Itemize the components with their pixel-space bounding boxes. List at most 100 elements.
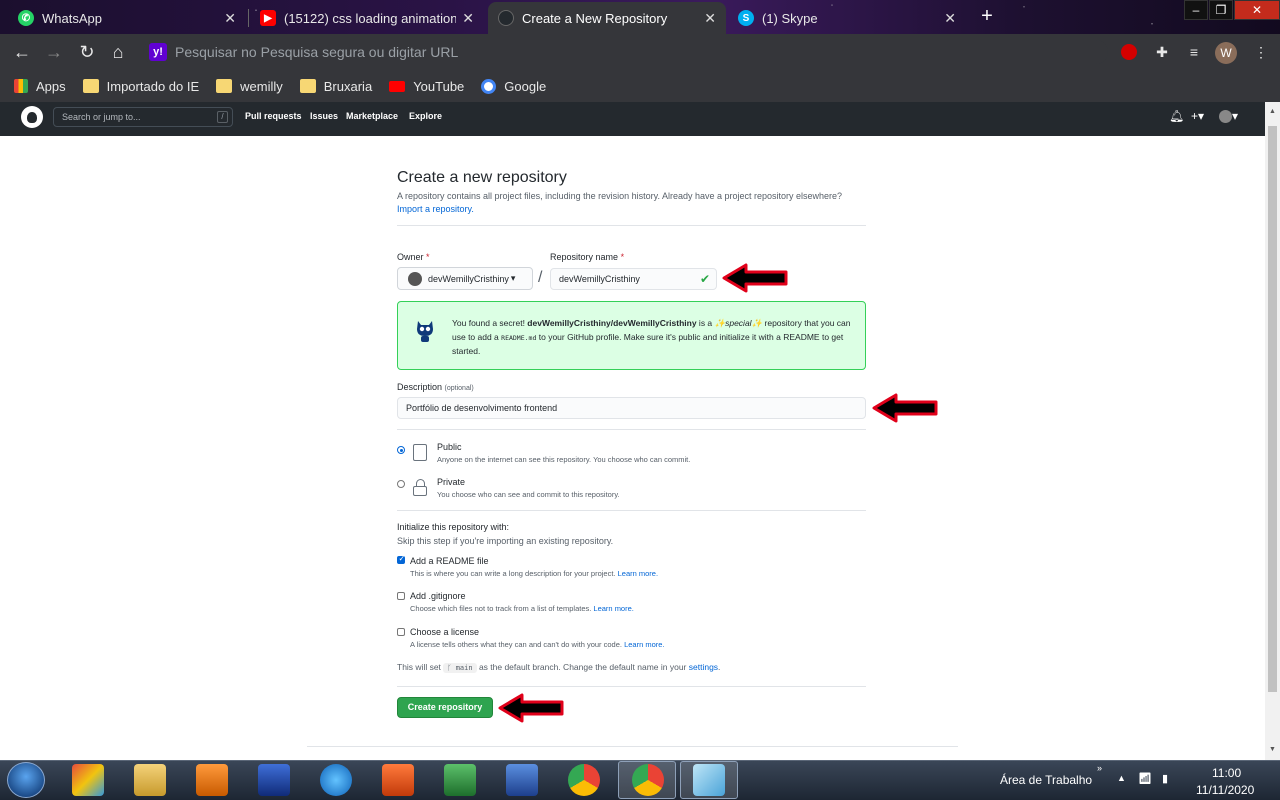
chrome-icon[interactable] (568, 764, 600, 796)
nav-pull-requests[interactable]: Pull requests (245, 111, 302, 121)
notifications-bell-icon[interactable]: 🔔︎ (1169, 109, 1184, 123)
powerpoint-icon[interactable] (382, 764, 414, 796)
close-icon[interactable]: ✕ (704, 10, 716, 27)
extensions-puzzle-icon[interactable]: ✚ (1153, 43, 1171, 61)
visibility-private-title[interactable]: Private (437, 477, 465, 487)
forward-icon[interactable]: → (44, 42, 64, 62)
media-player-icon[interactable] (196, 764, 228, 796)
divider (397, 510, 866, 511)
back-icon[interactable]: ← (12, 42, 32, 62)
gitignore-desc-text: Choose which files not to track from a l… (410, 604, 592, 613)
repository-name-input[interactable]: devWemillyCristhiny ✔ (550, 268, 717, 290)
close-icon[interactable]: ✕ (944, 10, 956, 27)
nav-explore[interactable]: Explore (409, 111, 442, 121)
close-icon[interactable]: ✕ (462, 10, 474, 27)
reload-icon[interactable]: ↻ (77, 42, 97, 62)
user-menu-avatar[interactable]: ▾ (1219, 109, 1238, 124)
media-queue-icon[interactable]: ≡ (1185, 43, 1203, 61)
create-repository-button[interactable]: Create repository (397, 697, 493, 718)
home-icon[interactable]: ⌂ (108, 42, 128, 62)
clock-date[interactable]: 11/11/2020 (1196, 783, 1254, 797)
owner-value: devWemillyCristhiny (428, 273, 509, 284)
new-tab-button[interactable]: + (976, 6, 998, 28)
scroll-up-arrow-icon[interactable]: ▲ (1268, 108, 1277, 116)
tab-whatsapp[interactable]: ✆ WhatsApp ✕ (8, 2, 246, 34)
bookmark-label: Google (504, 78, 547, 94)
init-subtitle: Skip this step if you're importing an ex… (397, 536, 614, 546)
clock-time[interactable]: 11:00 (1212, 766, 1241, 780)
visibility-public-radio[interactable] (397, 446, 405, 454)
tray-expand-icon[interactable]: » (1097, 763, 1102, 773)
visibility-private-radio[interactable] (397, 480, 405, 488)
visibility-public-title[interactable]: Public (437, 442, 462, 452)
repo-name-value: devWemillyCristhiny (559, 274, 640, 284)
owner-select[interactable]: devWemillyCristhiny ▾ (397, 267, 533, 290)
bookmark-bruxaria[interactable]: Bruxaria (299, 79, 372, 94)
description-input[interactable]: Portfólio de desenvolvimento frontend (397, 397, 866, 419)
whatsapp-icon: ✆ (18, 10, 34, 26)
readme-title[interactable]: Add a README file (410, 556, 489, 566)
start-button[interactable] (7, 762, 45, 798)
notice-readme-code: README.md (501, 333, 537, 342)
window-close-button[interactable]: ✕ (1234, 0, 1280, 20)
bookmark-youtube[interactable]: YouTube (389, 79, 464, 94)
page-scrollbar[interactable]: ▲ ▼ (1265, 102, 1280, 760)
required-mark: * (620, 252, 625, 262)
notice-special: ✨special✨ (714, 318, 763, 328)
page-subtitle: A repository contains all project files,… (397, 190, 867, 216)
zip-icon[interactable] (258, 764, 290, 796)
nav-issues[interactable]: Issues (310, 111, 338, 121)
settings-link[interactable]: settings (689, 662, 718, 672)
notepad-icon[interactable] (693, 764, 725, 796)
gitignore-title[interactable]: Add .gitignore (410, 591, 466, 601)
battery-icon[interactable]: ▮ (1162, 772, 1168, 785)
address-bar[interactable]: y! Pesquisar no Pesquisa segura ou digit… (143, 40, 1108, 64)
bookmark-wemilly[interactable]: wemilly (216, 79, 283, 94)
excel-icon[interactable] (444, 764, 476, 796)
license-title[interactable]: Choose a license (410, 627, 479, 637)
close-icon[interactable]: ✕ (224, 10, 236, 27)
word-icon[interactable] (506, 764, 538, 796)
explorer-icon[interactable] (134, 764, 166, 796)
gitignore-checkbox[interactable] (397, 592, 405, 600)
github-logo-icon[interactable] (21, 106, 43, 128)
network-icon[interactable]: 📶︎ (1138, 772, 1152, 785)
nav-marketplace[interactable]: Marketplace (346, 111, 398, 121)
learn-more-link[interactable]: Learn more. (618, 569, 658, 578)
scrollbar-thumb[interactable] (1268, 126, 1277, 692)
annotation-arrow-icon (872, 393, 938, 423)
profile-avatar[interactable]: W (1215, 42, 1237, 64)
tab-youtube[interactable]: ▶ (15122) css loading animation - c ✕ (250, 2, 484, 34)
chrome-profile-icon[interactable] (632, 764, 664, 796)
branch-pill: ᚴ main (443, 663, 477, 673)
tab-create-repository[interactable]: Create a New Repository ✕ (488, 2, 726, 34)
learn-more-link[interactable]: Learn more. (593, 604, 633, 613)
bookmark-google[interactable]: Google (481, 78, 547, 94)
minimize-button[interactable]: – (1184, 0, 1208, 20)
bookmark-importado[interactable]: Importado do IE (82, 78, 200, 94)
learn-more-link[interactable]: Learn more. (624, 640, 664, 649)
search-input[interactable]: Search or jump to... / (53, 107, 233, 127)
tab-skype[interactable]: S (1) Skype ✕ (728, 2, 966, 34)
restore-button[interactable]: ❐ (1209, 0, 1233, 20)
bookmark-apps[interactable]: Apps (14, 79, 66, 94)
tab-separator (248, 9, 249, 27)
desktop-toolbar-label[interactable]: Área de Trabalho (1000, 773, 1092, 787)
readme-checkbox[interactable] (397, 554, 405, 564)
visibility-public-desc: Anyone on the internet can see this repo… (437, 455, 691, 464)
internet-explorer-icon[interactable] (320, 764, 352, 796)
visibility-private-desc: You choose who can see and commit to thi… (437, 490, 620, 499)
adblock-extension-icon[interactable] (1121, 44, 1137, 60)
owner-label-text: Owner (397, 252, 424, 262)
menu-kebab-icon[interactable]: ⋮ (1252, 43, 1270, 61)
scroll-down-arrow-icon[interactable]: ▼ (1268, 746, 1277, 754)
branch-prefix: This will set (397, 662, 444, 672)
paint-icon[interactable] (72, 764, 104, 796)
import-repository-link[interactable]: Import a repository. (397, 204, 474, 214)
bookmark-label: Importado do IE (106, 78, 200, 94)
show-hidden-icons-icon[interactable]: ▲ (1117, 773, 1126, 783)
subtitle-text: A repository contains all project files,… (397, 191, 843, 201)
search-shortcut-key: / (217, 111, 228, 123)
license-checkbox[interactable] (397, 628, 405, 636)
create-new-plus-icon[interactable]: +▾ (1191, 109, 1204, 123)
